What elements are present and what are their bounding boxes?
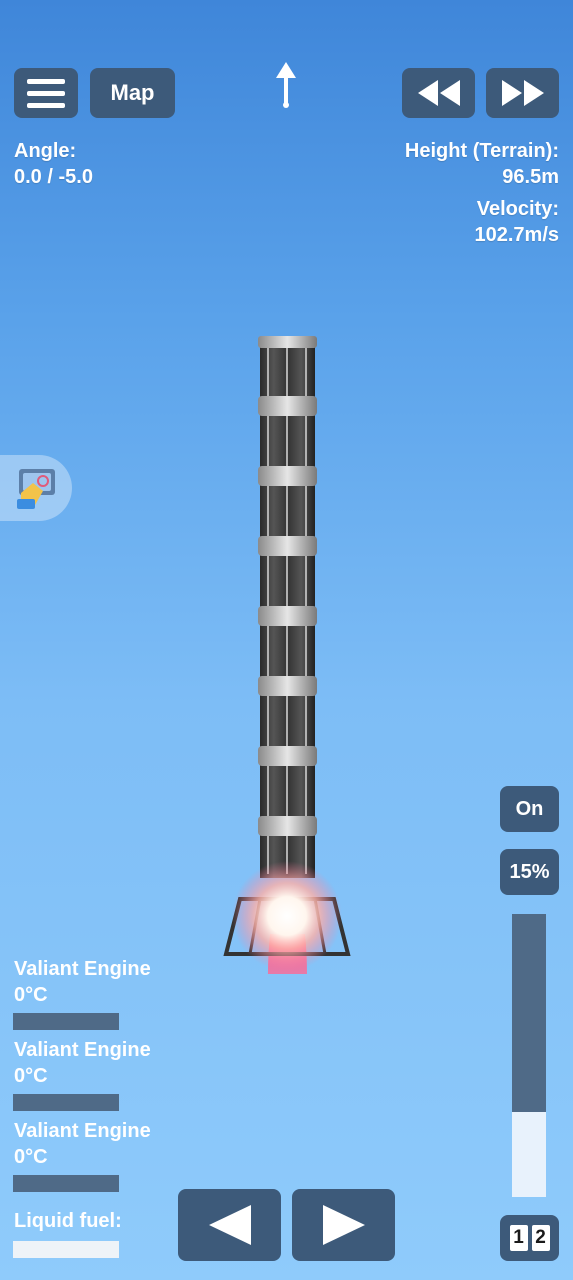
right-arrow-icon — [322, 1205, 365, 1245]
engine-2-temp-bar — [13, 1094, 119, 1111]
velocity-value: 102.7m/s — [474, 224, 559, 246]
engine-2-temp: 0°C — [14, 1065, 48, 1087]
height-value: 96.5m — [502, 166, 559, 188]
engine-3-temp-bar — [13, 1175, 119, 1192]
stage-digit-2: 2 — [531, 1225, 550, 1251]
angle-value: 0.0 / -5.0 — [14, 166, 93, 188]
hamburger-icon — [27, 78, 65, 108]
stage-digit-1: 1 — [509, 1225, 528, 1251]
rewind-icon — [417, 80, 460, 106]
stage-indicator[interactable]: 1 2 — [500, 1215, 559, 1261]
engine-toggle-button[interactable]: On — [500, 786, 559, 832]
fast-forward-button[interactable] — [486, 68, 559, 118]
height-label: Height (Terrain): — [404, 140, 559, 162]
rotate-right-button[interactable] — [292, 1189, 395, 1261]
hand-part-icon — [17, 469, 55, 509]
engine-3-temp: 0°C — [14, 1146, 48, 1168]
menu-button[interactable] — [14, 68, 78, 118]
throttle-slider-track — [512, 914, 546, 1112]
fuel-bar — [13, 1241, 119, 1258]
angle-label: Angle: — [14, 140, 77, 162]
engine-1-temp-bar — [13, 1013, 119, 1030]
engine-1-temp: 0°C — [14, 984, 48, 1006]
rewind-button[interactable] — [402, 68, 475, 118]
rotate-left-button[interactable] — [178, 1189, 281, 1261]
engine-1-name: Valiant Engine — [14, 958, 151, 980]
rocket — [220, 334, 355, 1194]
throttle-slider[interactable] — [512, 914, 546, 1197]
left-arrow-icon — [208, 1205, 251, 1245]
map-button[interactable]: Map — [90, 68, 175, 118]
engine-2-name: Valiant Engine — [14, 1039, 151, 1061]
fast-forward-icon — [501, 80, 544, 106]
up-arrow-icon — [274, 60, 298, 110]
throttle-percent-label: 15% — [500, 849, 559, 895]
build-tool-button[interactable] — [0, 455, 72, 521]
fuel-label: Liquid fuel: — [14, 1210, 122, 1232]
velocity-label: Velocity: — [476, 198, 559, 220]
engine-3-name: Valiant Engine — [14, 1120, 151, 1142]
